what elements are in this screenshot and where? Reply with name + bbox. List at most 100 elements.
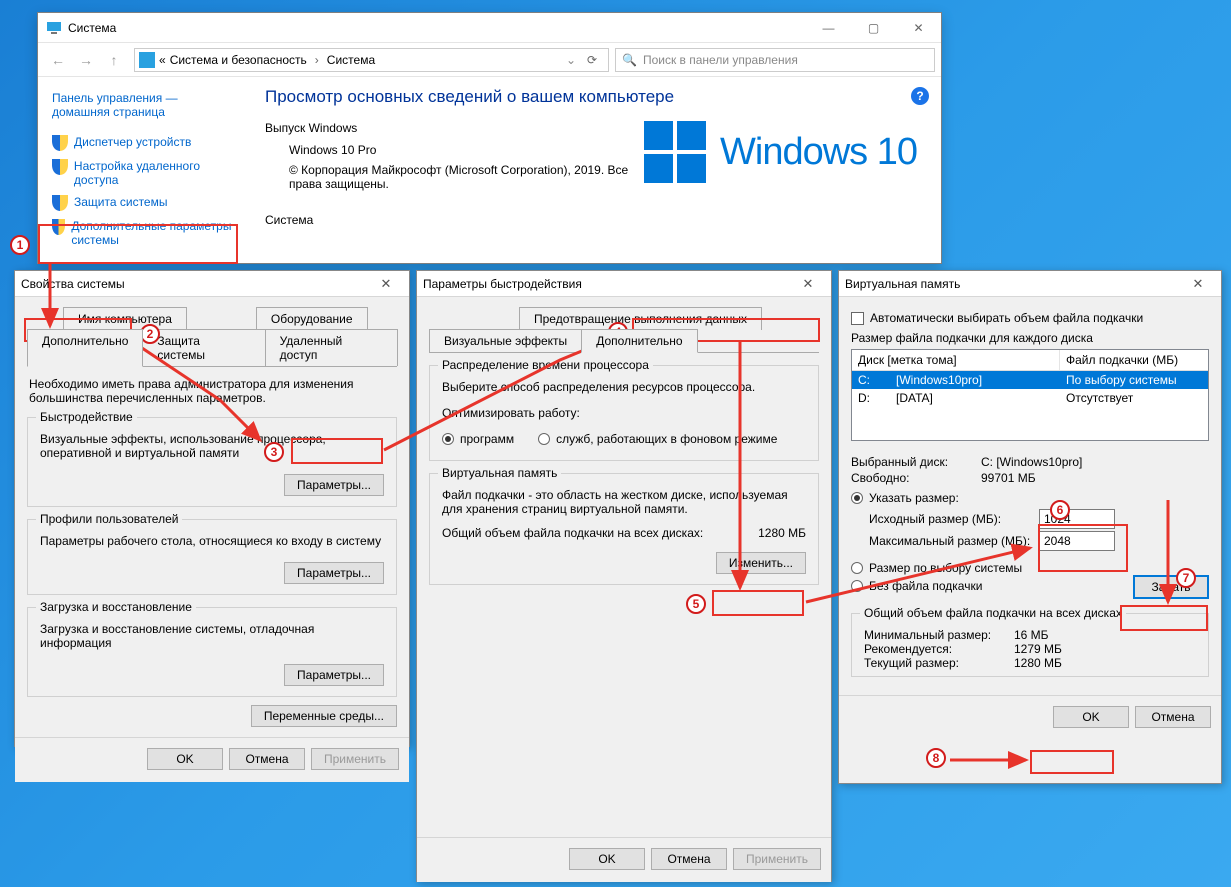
group-startup: Загрузка и восстановление Загрузка и вос… [27, 607, 397, 697]
vm-desc: Файл подкачки - это область на жестком д… [442, 488, 806, 516]
drive-row-d[interactable]: D: [DATA] Отсутствует [852, 389, 1208, 407]
dialog-body: Имя компьютера Оборудование Дополнительн… [15, 297, 409, 737]
dialog-footer: OK Отмена Применить [15, 737, 409, 782]
group-cpu-legend: Распределение времени процессора [438, 358, 653, 372]
free-label: Свободно: [851, 471, 981, 485]
dropdown-chevron-icon[interactable]: ⌄ [566, 53, 576, 67]
radio-background[interactable]: служб, работающих в фоновом режиме [538, 432, 777, 446]
vm-total-value: 1280 МБ [758, 526, 806, 540]
system-sidebar: Панель управления —домашняя страница Дис… [52, 87, 247, 251]
cancel-button[interactable]: Отмена [1135, 706, 1211, 728]
close-icon[interactable]: ✕ [1181, 276, 1215, 292]
close-icon[interactable]: ✕ [369, 276, 403, 292]
tab-advanced[interactable]: Дополнительно [581, 329, 697, 353]
cpu-desc: Выберите способ распределения ресурсов п… [442, 380, 806, 394]
minimize-button[interactable]: — [806, 13, 851, 42]
sidebar-item-device-manager[interactable]: Диспетчер устройств [52, 131, 247, 155]
startup-settings-button[interactable]: Параметры... [284, 664, 384, 686]
control-panel-search[interactable]: 🔍 Поиск в панели управления [615, 48, 935, 72]
radio-icon [442, 433, 454, 445]
auto-manage-checkbox[interactable]: Автоматически выбирать объем файла подка… [851, 311, 1209, 325]
radio-icon [538, 433, 550, 445]
total-pf-legend: Общий объем файла подкачки на всех диска… [860, 606, 1126, 620]
dialog-title-text: Виртуальная память [845, 277, 960, 291]
drive-list-header: Диск [метка тома] Файл подкачки (МБ) [852, 350, 1208, 371]
refresh-icon[interactable]: ⟳ [580, 53, 604, 67]
nav-back-icon[interactable]: ← [44, 46, 72, 74]
close-button[interactable]: ✕ [896, 13, 941, 42]
perf-desc: Визуальные эффекты, использование процес… [40, 432, 384, 460]
group-performance: Быстродействие Визуальные эффекты, испол… [27, 417, 397, 507]
maximize-button[interactable]: ▢ [851, 13, 896, 42]
sidebar-item-advanced-system[interactable]: Дополнительные параметры системы [52, 215, 247, 251]
tab-protection[interactable]: Защита системы [142, 329, 265, 366]
window-controls: — ▢ ✕ [806, 13, 941, 42]
breadcrumb-1[interactable]: Система и безопасность [170, 53, 307, 67]
tab-visual-effects[interactable]: Визуальные эффекты [429, 329, 582, 352]
radio-no-pagefile[interactable]: Без файла подкачки [851, 579, 1133, 593]
close-icon[interactable]: ✕ [791, 276, 825, 292]
system-heading: Просмотр основных сведений о вашем компь… [265, 87, 917, 107]
radio-programs[interactable]: программ [442, 432, 514, 446]
address-monitor-icon [139, 52, 155, 68]
selected-drive-value: C: [Windows10pro] [981, 455, 1082, 469]
apply-button[interactable]: Применить [311, 748, 399, 770]
breadcrumb-2[interactable]: Система [327, 53, 375, 67]
tab-advanced[interactable]: Дополнительно [27, 329, 143, 367]
windows-brand: Windows 10 [644, 121, 917, 183]
performance-options-dialog: Параметры быстродействия ✕ Предотвращени… [416, 270, 832, 882]
control-panel-home-link[interactable]: Панель управления —домашняя страница [52, 91, 178, 119]
profiles-desc: Параметры рабочего стола, относящиеся ко… [40, 534, 384, 548]
windows-logo-icon [644, 121, 706, 183]
tab-dep[interactable]: Предотвращение выполнения данных [519, 307, 762, 330]
shield-icon [52, 219, 65, 235]
shield-icon [52, 195, 68, 211]
tab-computer-name[interactable]: Имя компьютера [63, 307, 187, 330]
env-vars-button[interactable]: Переменные среды... [251, 705, 397, 727]
ok-button[interactable]: OK [1053, 706, 1129, 728]
drive-row-c[interactable]: C: [Windows10pro] По выбору системы [852, 371, 1208, 389]
windows-copyright: © Корпорация Майкрософт (Microsoft Corpo… [289, 163, 649, 191]
initial-size-label: Исходный размер (МБ): [869, 512, 1039, 526]
dialog-title-text: Свойства системы [21, 277, 125, 291]
tab-remote[interactable]: Удаленный доступ [265, 329, 398, 366]
search-placeholder: Поиск в панели управления [643, 53, 798, 67]
system-monitor-icon [46, 20, 62, 36]
admin-note: Необходимо иметь права администратора дл… [29, 377, 395, 405]
tab-hardware[interactable]: Оборудование [256, 307, 368, 330]
initial-size-input[interactable] [1039, 509, 1115, 529]
sidebar-item-protection[interactable]: Защита системы [52, 191, 247, 215]
ok-button[interactable]: OK [569, 848, 645, 870]
selected-drive-label: Выбранный диск: [851, 455, 981, 469]
window-title: Система [68, 21, 806, 35]
nav-up-icon[interactable]: ↑ [100, 46, 128, 74]
group-performance-legend: Быстродействие [36, 410, 137, 424]
dialog-footer: OK Отмена [839, 695, 1221, 740]
radio-icon [851, 562, 863, 574]
cpu-opt-label: Оптимизировать работу: [442, 406, 806, 420]
cancel-button[interactable]: Отмена [651, 848, 727, 870]
performance-settings-button[interactable]: Параметры... [284, 474, 384, 496]
nav-bar: ← → ↑ « Система и безопасность Система ⌄… [38, 43, 941, 77]
vm-change-button[interactable]: Изменить... [716, 552, 806, 574]
group-vm-legend: Виртуальная память [438, 466, 561, 480]
dialog-body: Автоматически выбирать объем файла подка… [839, 297, 1221, 695]
set-button[interactable]: Задать [1133, 575, 1209, 599]
max-size-input[interactable] [1039, 531, 1115, 551]
apply-button[interactable]: Применить [733, 848, 821, 870]
ok-button[interactable]: OK [147, 748, 223, 770]
shield-icon [52, 135, 68, 151]
group-profiles-legend: Профили пользователей [36, 512, 182, 526]
virtual-memory-dialog: Виртуальная память ✕ Автоматически выбир… [838, 270, 1222, 784]
nav-forward-icon[interactable]: → [72, 46, 100, 74]
radio-system-managed[interactable]: Размер по выбору системы [851, 561, 1133, 575]
dialog-footer: OK Отмена Применить [417, 837, 831, 882]
drive-list[interactable]: Диск [метка тома] Файл подкачки (МБ) C: … [851, 349, 1209, 441]
profiles-settings-button[interactable]: Параметры... [284, 562, 384, 584]
sidebar-item-remote[interactable]: Настройка удаленного доступа [52, 155, 247, 191]
radio-custom-size[interactable]: Указать размер: [851, 491, 1209, 505]
help-icon[interactable]: ? [911, 87, 929, 105]
max-size-label: Максимальный размер (МБ): [869, 534, 1039, 548]
cancel-button[interactable]: Отмена [229, 748, 305, 770]
address-bar[interactable]: « Система и безопасность Система ⌄ ⟳ [134, 48, 609, 72]
